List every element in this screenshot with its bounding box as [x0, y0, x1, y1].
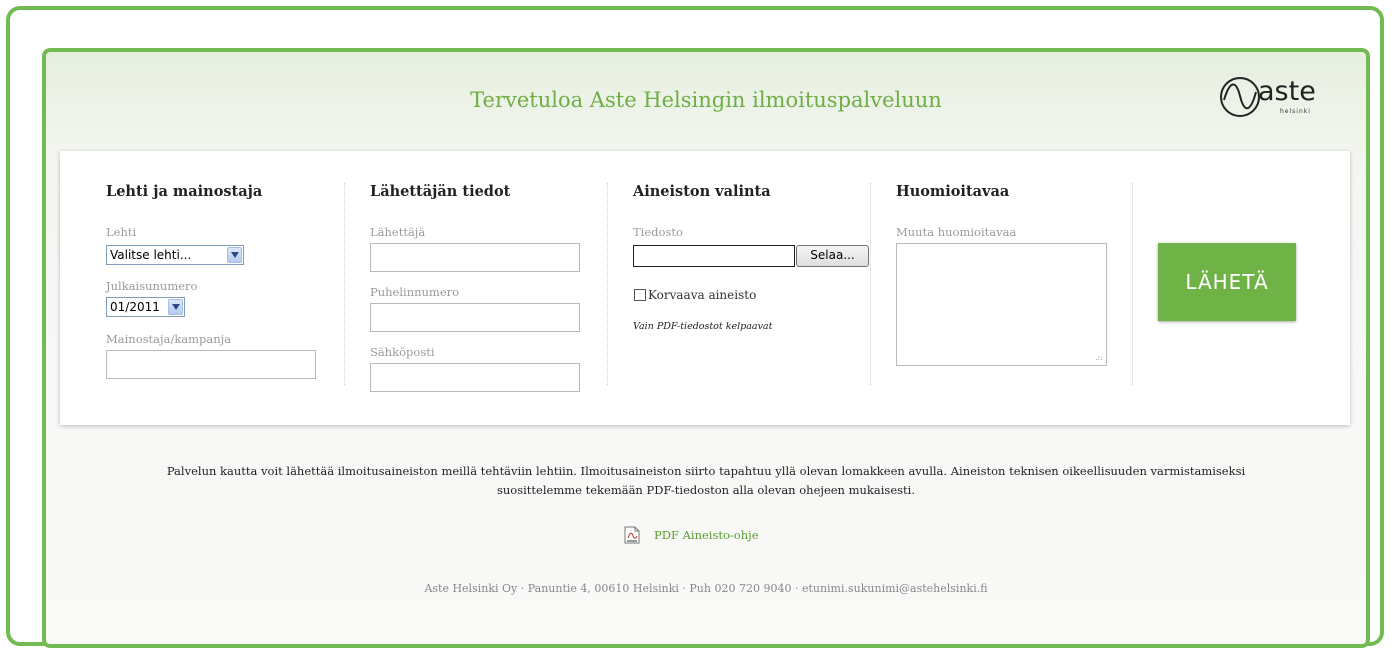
- footer-contact: Aste Helsinki Oy · Panuntie 4, 00610 Hel…: [424, 582, 988, 595]
- chevron-down-icon[interactable]: [168, 299, 183, 315]
- logo-word: aste: [1258, 76, 1316, 107]
- section-aineisto: Aineiston valinta: [633, 183, 771, 200]
- aste-logo: aste helsinki: [1218, 72, 1318, 128]
- korvaava-checkbox[interactable]: [634, 289, 646, 301]
- julkaisu-select-value: 01/2011: [110, 300, 160, 314]
- sahkoposti-label: Sähköposti: [370, 345, 435, 359]
- browse-button[interactable]: Selaa...: [796, 245, 869, 267]
- column-divider: [1132, 183, 1133, 385]
- pdf-only-note: Vain PDF-tiedostot kelpaavat: [633, 321, 773, 332]
- pdf-file-icon[interactable]: [624, 526, 640, 544]
- column-divider: [607, 183, 608, 385]
- section-title-lahettaja: Lähettäjän tiedot: [370, 183, 511, 200]
- aste-logo-icon: [1220, 77, 1260, 117]
- section-title-aineisto: Aineiston valinta: [633, 183, 771, 200]
- sahkoposti-input[interactable]: [370, 363, 580, 392]
- column-divider: [344, 183, 345, 385]
- huomio-textarea[interactable]: .::: [896, 243, 1107, 366]
- lehti-select-value: Valitse lehti...: [110, 248, 192, 262]
- julkaisu-label: Julkaisunumero: [106, 279, 198, 293]
- section-title-lehti: Lehti ja mainostaja: [106, 183, 263, 200]
- tiedosto-label: Tiedosto: [633, 225, 683, 239]
- upload-form: Lehti ja mainostaja Lehti Valitse lehti.…: [60, 151, 1350, 425]
- submit-button[interactable]: LÄHETÄ: [1158, 243, 1296, 321]
- lehti-label: Lehti: [106, 225, 137, 239]
- file-path-input[interactable]: [633, 245, 795, 267]
- main-container: Tervetuloa Aste Helsingin ilmoituspalvel…: [42, 48, 1370, 648]
- puhelin-input[interactable]: [370, 303, 580, 332]
- korvaava-label[interactable]: Korvaava aineisto: [648, 288, 756, 302]
- pdf-guide-link[interactable]: PDF Aineisto-ohje: [654, 528, 759, 542]
- logo-subtitle: helsinki: [1280, 108, 1311, 115]
- column-divider: [870, 183, 871, 385]
- muuta-label: Muuta huomioitavaa: [896, 225, 1017, 239]
- julkaisu-select[interactable]: 01/2011: [106, 297, 185, 317]
- info-line-1: Palvelun kautta voit lähettää ilmoitusai…: [166, 464, 1246, 478]
- chevron-down-icon[interactable]: [227, 247, 242, 263]
- lahettaja-input[interactable]: [370, 243, 580, 272]
- resize-grip-icon[interactable]: .::: [1095, 353, 1103, 362]
- info-line-2: suosittelemme tekemään PDF-tiedoston all…: [497, 483, 915, 497]
- section-title-huomio: Huomioitavaa: [896, 183, 1010, 200]
- section-lahettaja: Lähettäjän tiedot: [370, 183, 510, 200]
- section-lehti: Lehti ja mainostaja: [106, 183, 262, 200]
- mainostaja-label: Mainostaja/kampanja: [106, 332, 232, 346]
- page-title: Tervetuloa Aste Helsingin ilmoituspalvel…: [470, 88, 942, 112]
- puhelin-label: Puhelinnumero: [370, 285, 460, 299]
- mainostaja-input[interactable]: [106, 350, 316, 379]
- lehti-select[interactable]: Valitse lehti...: [106, 245, 244, 265]
- lahettaja-label: Lähettäjä: [370, 225, 426, 239]
- section-huomio: Huomioitavaa: [896, 183, 1009, 200]
- info-text: Palvelun kautta voit lähettää ilmoitusai…: [106, 462, 1306, 500]
